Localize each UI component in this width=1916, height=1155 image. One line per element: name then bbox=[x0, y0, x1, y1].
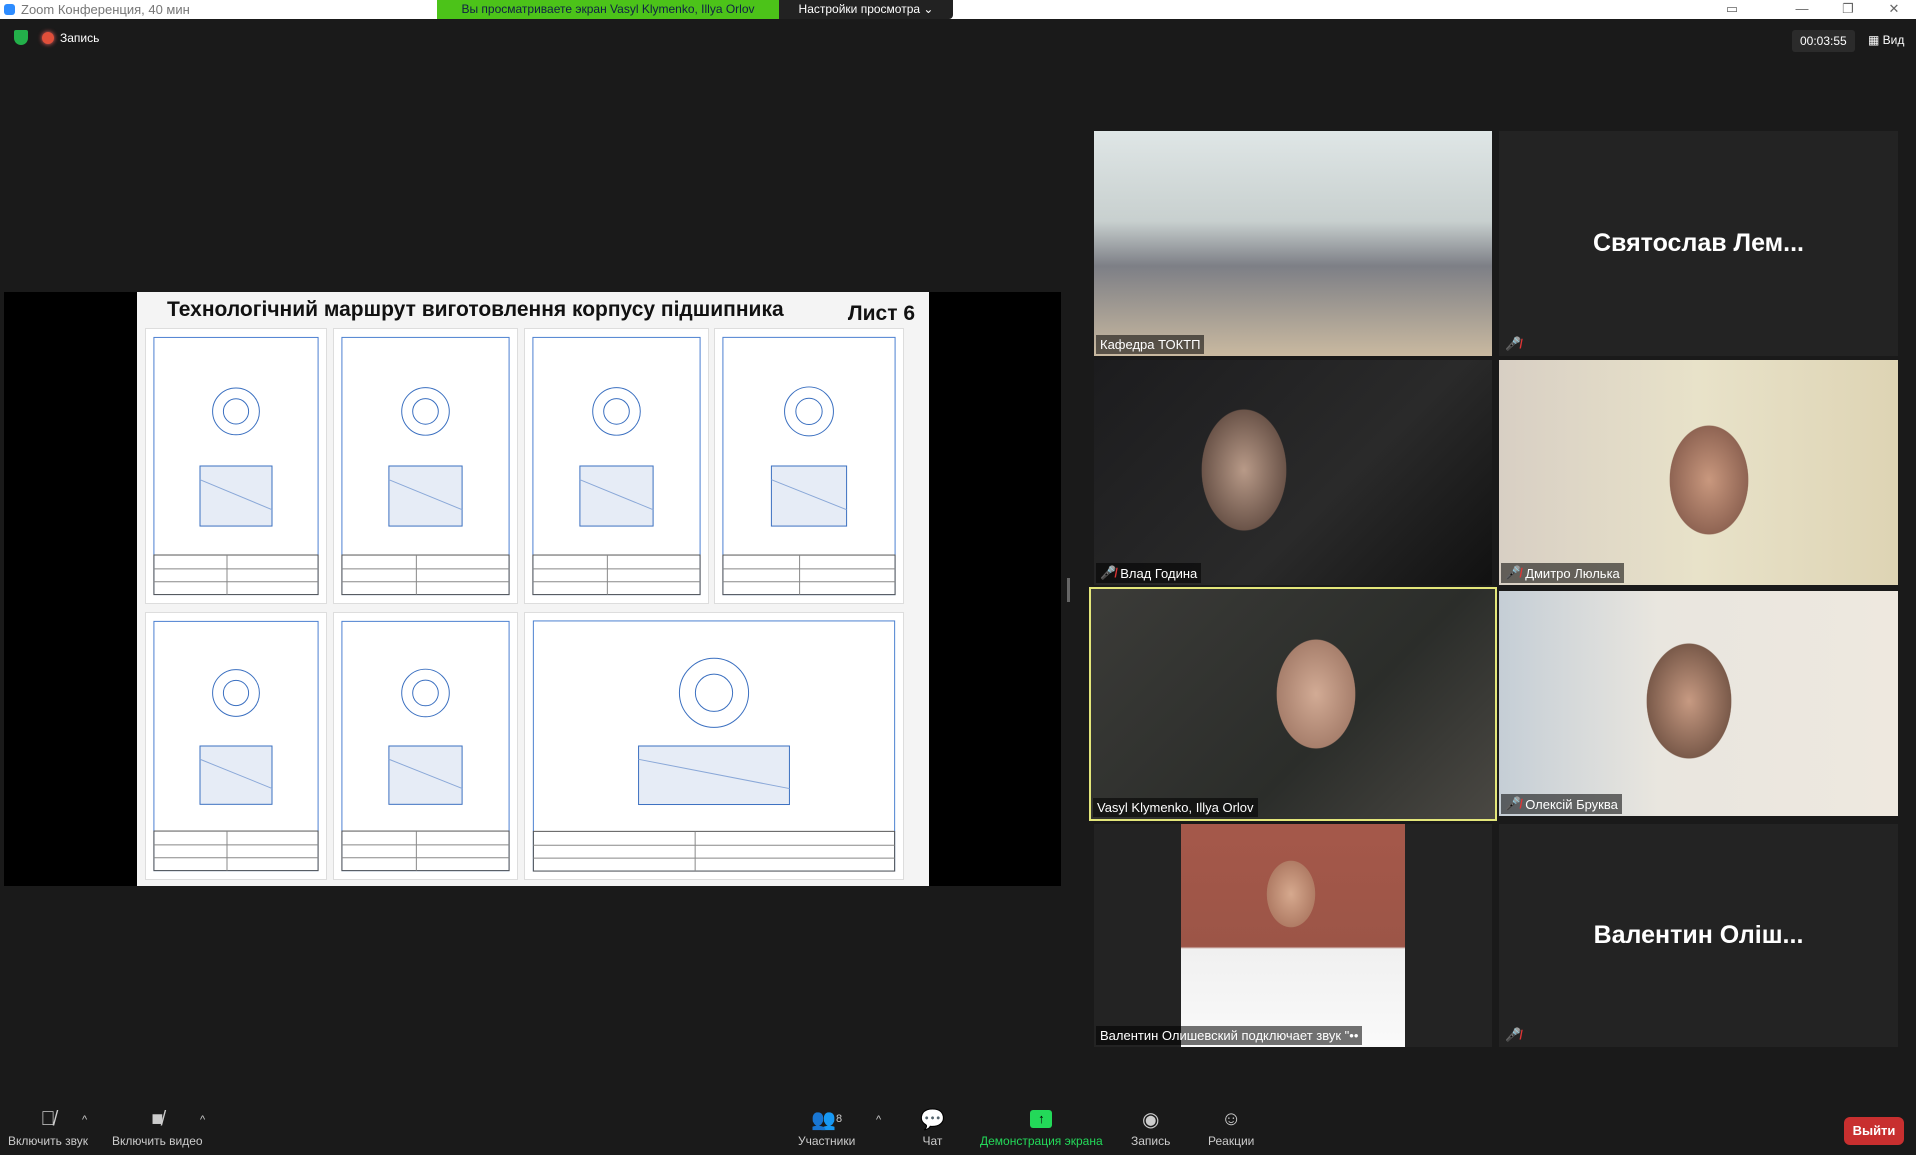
recording-label: Запись bbox=[60, 30, 100, 45]
view-button[interactable]: ▦ Вид bbox=[1868, 33, 1904, 47]
drawing-panel bbox=[714, 328, 904, 604]
record-icon: ◉ bbox=[1141, 1108, 1160, 1131]
drawing-panel bbox=[333, 612, 518, 880]
view-label: Вид bbox=[1882, 33, 1905, 47]
shared-screen: Технологічний маршрут виготовлення корпу… bbox=[4, 292, 1061, 886]
video-tile[interactable]: Валентин Олишевский подключает звук "•• bbox=[1094, 824, 1492, 1047]
close-button[interactable]: ✕ bbox=[1874, 0, 1914, 19]
video-feed bbox=[1499, 360, 1898, 585]
video-tile[interactable]: Святослав Лем... 🎤̸ bbox=[1499, 131, 1898, 356]
participant-name: 🎤̸ Влад Година bbox=[1096, 563, 1202, 583]
resize-handle[interactable] bbox=[1067, 578, 1070, 602]
video-label: Включить видео bbox=[112, 1134, 203, 1148]
slide-sheet-number: Лист 6 bbox=[847, 302, 915, 325]
participants-count: 8 bbox=[836, 1113, 843, 1125]
video-tile[interactable]: 🎤̸ Влад Година bbox=[1094, 360, 1492, 585]
reactions-label: Реакции bbox=[1208, 1134, 1255, 1148]
participants-label: Участники bbox=[798, 1134, 856, 1148]
chat-button[interactable]: 💬 Чат bbox=[920, 1108, 945, 1149]
participant-name: 🎤̸ Олексій Бруква bbox=[1501, 794, 1622, 814]
muted-mic-icon: 🎤̸ bbox=[1505, 796, 1522, 811]
video-tile[interactable]: 🎤̸ Дмитро Люлька bbox=[1499, 360, 1898, 585]
slide: Технологічний маршрут виготовлення корпу… bbox=[137, 292, 929, 886]
chat-label: Чат bbox=[922, 1134, 943, 1148]
participant-name: 🎤̸ bbox=[1501, 1025, 1525, 1045]
name-label: Влад Година bbox=[1120, 565, 1198, 581]
unmute-label: Включить звук bbox=[8, 1134, 89, 1148]
title-bar: Zoom Конференция, 40 мин Вы просматривае… bbox=[0, 0, 1916, 19]
window-title: Zoom Конференция, 40 мин bbox=[21, 2, 190, 17]
grid-icon: ▦ bbox=[1868, 33, 1883, 47]
meeting-toolbar: 🎙̸ Включить звук ^ ■̸ Включить видео ^ 👥 8 У… bbox=[0, 1100, 1916, 1155]
participant-name: Валентин Олишевский подключает звук "•• bbox=[1096, 1026, 1363, 1045]
video-feed bbox=[1094, 360, 1492, 585]
participant-name: 🎤̸ bbox=[1501, 334, 1525, 354]
share-screen-button[interactable]: ↑ Демонстрация экрана bbox=[980, 1108, 1103, 1148]
meeting-timer: 00:03:55 bbox=[1792, 30, 1855, 52]
viewing-banner: Вы просматриваете экран Vasyl Klymenko, … bbox=[437, 0, 779, 19]
video-feed bbox=[1094, 131, 1492, 356]
video-tile[interactable]: Валентин Оліш... 🎤̸ bbox=[1499, 824, 1898, 1047]
drawing-panel bbox=[524, 612, 904, 880]
recording-indicator[interactable]: Запись bbox=[42, 31, 99, 45]
participant-name: 🎤̸ Дмитро Люлька bbox=[1501, 563, 1624, 583]
muted-mic-icon: 🎤̸ bbox=[1100, 565, 1117, 580]
name-label: Дмитро Люлька bbox=[1525, 565, 1620, 581]
chat-icon: 💬 bbox=[920, 1108, 945, 1131]
audio-options-caret[interactable]: ^ bbox=[82, 1114, 87, 1126]
record-button[interactable]: ◉ Запись bbox=[1131, 1108, 1171, 1149]
name-label: Vasyl Klymenko, Illya Orlov bbox=[1097, 800, 1254, 815]
video-feed bbox=[1091, 589, 1495, 819]
muted-mic-icon: 🎤̸ bbox=[1505, 565, 1522, 580]
minimize-button[interactable]: — bbox=[1782, 0, 1822, 19]
reaction-emoji-icon: ☺ bbox=[1220, 1107, 1242, 1130]
participants-button[interactable]: 👥 8 Участники bbox=[798, 1108, 856, 1149]
participant-display-name: Святослав Лем... bbox=[1593, 229, 1804, 257]
video-tile[interactable]: 🎤̸ Олексій Бруква bbox=[1499, 591, 1898, 816]
video-tile[interactable]: Кафедра ТОКТП bbox=[1094, 131, 1492, 356]
name-label: Валентин Олишевский подключает звук "•• bbox=[1100, 1028, 1359, 1043]
participants-options-caret[interactable]: ^ bbox=[876, 1114, 881, 1126]
video-tile-active-speaker[interactable]: Vasyl Klymenko, Illya Orlov bbox=[1089, 587, 1497, 821]
video-feed bbox=[1499, 591, 1898, 816]
drawing-panel bbox=[524, 328, 709, 604]
unmute-button[interactable]: 🎙̸ Включить звук bbox=[8, 1107, 89, 1149]
maximize-button[interactable]: ❐ bbox=[1828, 0, 1868, 19]
video-off-icon: ■̸ bbox=[151, 1107, 164, 1130]
drawing-panel bbox=[145, 328, 327, 604]
app-title: Zoom Конференция, 40 мин bbox=[4, 2, 190, 17]
record-label: Запись bbox=[1131, 1134, 1171, 1148]
start-video-button[interactable]: ■̸ Включить видео bbox=[112, 1107, 203, 1149]
leave-button[interactable]: Выйти bbox=[1844, 1117, 1904, 1145]
drawing-panel bbox=[145, 612, 327, 880]
share-label: Демонстрация экрана bbox=[980, 1134, 1103, 1148]
security-shield-icon[interactable] bbox=[14, 30, 28, 45]
record-dot-icon bbox=[42, 31, 54, 44]
zoom-icon bbox=[4, 4, 15, 15]
share-screen-icon: ↑ bbox=[1030, 1108, 1053, 1130]
muted-mic-icon: 🎤̸ bbox=[1505, 336, 1522, 351]
slide-title: Технологічний маршрут виготовлення корпу… bbox=[167, 298, 784, 321]
video-options-caret[interactable]: ^ bbox=[200, 1114, 205, 1126]
participants-icon: 👥 8 bbox=[811, 1108, 843, 1131]
muted-mic-icon: 🎤̸ bbox=[1505, 1027, 1522, 1042]
reactions-button[interactable]: ☺ Реакции bbox=[1208, 1107, 1255, 1149]
participant-name: Кафедра ТОКТП bbox=[1096, 335, 1205, 354]
participant-name: Vasyl Klymenko, Illya Orlov bbox=[1093, 798, 1258, 817]
name-label: Кафедра ТОКТП bbox=[1100, 337, 1201, 352]
drawing-panel bbox=[333, 328, 518, 604]
name-label: Олексій Бруква bbox=[1525, 796, 1618, 812]
view-settings-button[interactable]: Настройки просмотра ⌄ bbox=[779, 0, 953, 19]
pip-icon[interactable]: ▭ bbox=[1712, 0, 1752, 19]
video-feed bbox=[1181, 824, 1405, 1047]
mic-muted-icon: 🎙̸ bbox=[40, 1107, 56, 1130]
participant-display-name: Валентин Оліш... bbox=[1593, 921, 1804, 949]
